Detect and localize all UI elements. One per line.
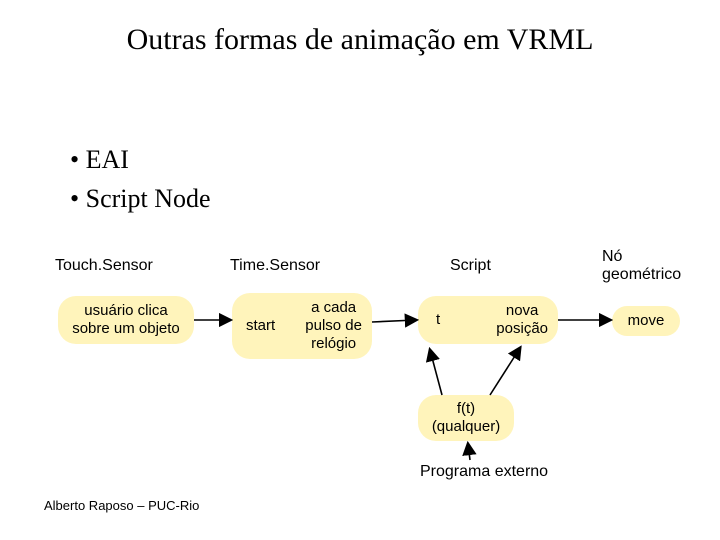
slide-footer: Alberto Raposo – PUC-Rio — [44, 498, 199, 513]
title-text: Outras formas de animação em VRML — [127, 23, 594, 56]
bullet-text: Script Node — [86, 184, 211, 213]
bullet-text: EAI — [86, 145, 129, 174]
slide-title: Outras formas de animação em VRML — [0, 22, 720, 58]
label-geom-node: Nó geométrico — [602, 248, 681, 285]
node-newpos-text: nova posição — [496, 302, 548, 338]
node-script: t nova posição — [418, 296, 558, 344]
bullet-item: EAI — [70, 140, 211, 179]
node-clock-text: a cada pulso de relógio — [305, 299, 362, 353]
bullet-item: Script Node — [70, 179, 211, 218]
node-user-click: usuário clica sobre um objeto — [58, 296, 194, 344]
caption-external-program: Programa externo — [420, 462, 548, 481]
node-time-sensor: start a cada pulso de relógio — [232, 293, 372, 359]
node-start-text: start — [246, 317, 275, 335]
label-time-sensor: Time.Sensor — [230, 257, 320, 275]
node-ft-text: f(t) (qualquer) — [432, 400, 500, 436]
node-geom: move — [612, 306, 680, 336]
node-move-text: move — [628, 312, 665, 330]
bullet-list: EAI Script Node — [70, 140, 211, 218]
node-t-text: t — [436, 311, 440, 329]
node-ft: f(t) (qualquer) — [418, 395, 514, 441]
label-touch-sensor: Touch.Sensor — [55, 257, 153, 275]
label-script: Script — [450, 257, 491, 275]
node-text: usuário clica sobre um objeto — [72, 302, 180, 338]
